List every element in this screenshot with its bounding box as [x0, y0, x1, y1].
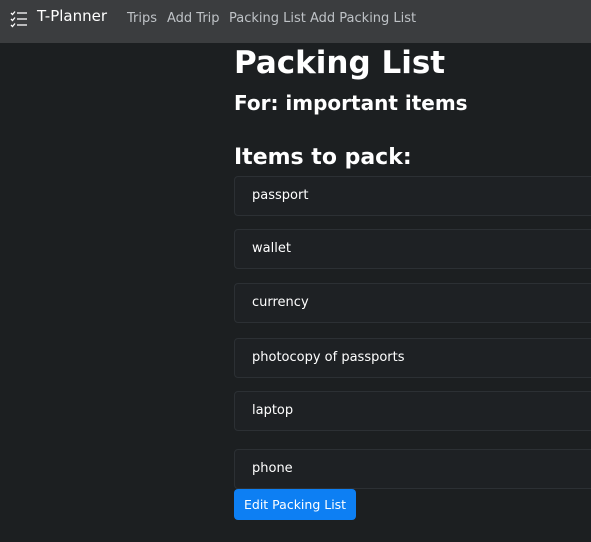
list-item-label: phone: [252, 461, 293, 476]
list-item: phone: [234, 449, 591, 489]
top-navbar: T-Planner Trips Add Trip Packing List Ad…: [0, 0, 591, 43]
packing-list-subtitle: For: important items: [234, 91, 468, 115]
list-item: photocopy of passports: [234, 338, 591, 378]
list-item: passport: [234, 176, 591, 216]
list-item-label: passport: [252, 188, 309, 203]
list-item-label: photocopy of passports: [252, 350, 405, 365]
edit-packing-list-button[interactable]: Edit Packing List: [234, 489, 357, 520]
list-item-label: wallet: [252, 241, 291, 256]
nav-link-packing-list[interactable]: Packing List: [229, 11, 306, 26]
checklist-icon: [10, 11, 27, 28]
nav-link-add-trip[interactable]: Add Trip: [167, 11, 220, 26]
page-title: Packing List: [234, 45, 446, 81]
list-item-label: laptop: [252, 403, 294, 418]
list-item: laptop: [234, 391, 591, 431]
nav-link-trips[interactable]: Trips: [127, 11, 157, 26]
brand-link[interactable]: T-Planner: [37, 7, 107, 25]
list-item: currency: [234, 283, 591, 323]
nav-link-add-packing-list[interactable]: Add Packing List: [310, 11, 416, 26]
list-item-label: currency: [252, 295, 309, 310]
items-section-title: Items to pack:: [234, 145, 412, 170]
list-item: wallet: [234, 229, 591, 269]
